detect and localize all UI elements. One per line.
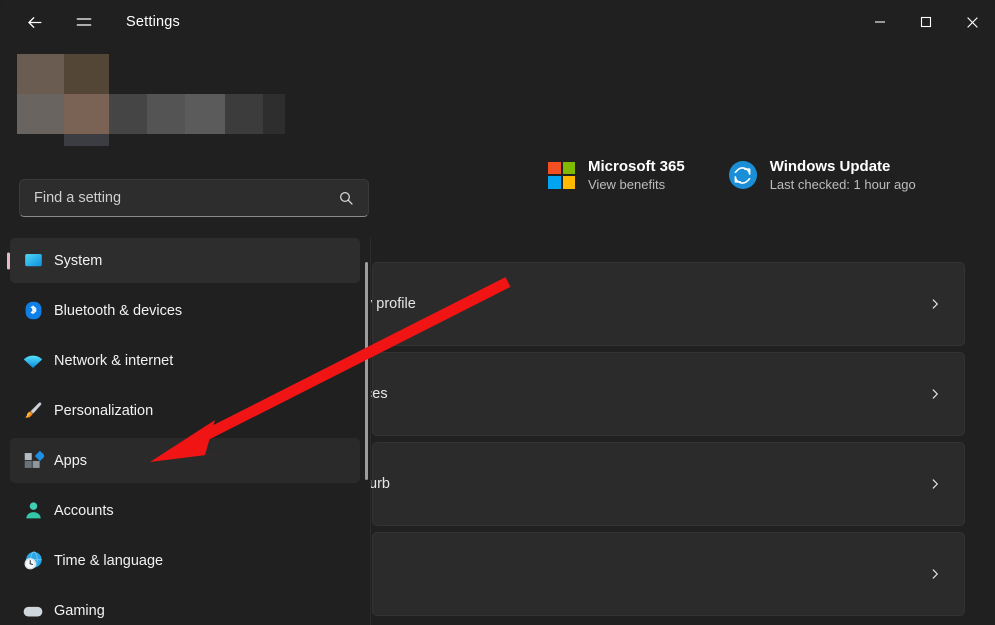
chevron-right-icon <box>928 477 942 491</box>
chevron-right-icon <box>928 567 942 581</box>
minimize-button[interactable] <box>857 0 903 44</box>
sidebar-item-label: Personalization <box>54 403 153 419</box>
header-info-cards: Microsoft 365 View benefits Windows Upda… <box>548 158 916 192</box>
hamburger-menu-icon[interactable] <box>64 4 104 40</box>
chevron-right-icon <box>928 387 942 401</box>
sidebar-item-time-language[interactable]: Time & language <box>10 538 360 583</box>
search-placeholder: Find a setting <box>34 190 338 206</box>
settings-card-fourth[interactable] <box>372 532 965 616</box>
gaming-controller-icon <box>22 600 44 622</box>
window-controls <box>857 0 995 44</box>
sidebar-item-label: Network & internet <box>54 353 173 369</box>
sidebar-item-label: Time & language <box>54 553 163 569</box>
microsoft-365-subtitle[interactable]: View benefits <box>588 177 685 192</box>
wifi-icon <box>22 350 44 372</box>
close-button[interactable] <box>949 0 995 44</box>
sidebar-nav: System Bluetooth & devices <box>0 238 371 625</box>
settings-card-label: y profile <box>365 296 416 312</box>
page-title: Settings <box>126 14 180 30</box>
search-input[interactable]: Find a setting <box>19 179 369 217</box>
sidebar-item-label: Apps <box>54 453 87 469</box>
sidebar-item-personalization[interactable]: Personalization <box>10 388 360 433</box>
settings-window: Settings <box>0 0 995 625</box>
chevron-right-icon <box>928 297 942 311</box>
windows-update-title: Windows Update <box>770 158 916 175</box>
title-bar: Settings <box>0 0 995 44</box>
paintbrush-icon <box>22 400 44 422</box>
windows-update-card[interactable]: Windows Update Last checked: 1 hour ago <box>729 158 916 192</box>
settings-card-display[interactable]: y profile <box>372 262 965 346</box>
apps-icon <box>22 450 44 472</box>
bluetooth-icon <box>22 300 44 322</box>
clock-globe-icon <box>22 550 44 572</box>
selection-indicator <box>7 252 10 269</box>
sidebar-item-apps[interactable]: Apps <box>10 438 360 483</box>
maximize-button[interactable] <box>903 0 949 44</box>
microsoft-logo-icon <box>548 162 575 189</box>
sidebar-item-network-internet[interactable]: Network & internet <box>10 338 360 383</box>
microsoft-365-card[interactable]: Microsoft 365 View benefits <box>548 158 685 192</box>
user-profile-redacted[interactable] <box>17 54 285 146</box>
settings-card-notifications[interactable]: turb <box>372 442 965 526</box>
sidebar-scrollbar[interactable] <box>365 250 368 613</box>
account-person-icon <box>22 500 44 522</box>
search-icon[interactable] <box>338 190 354 206</box>
windows-update-subtitle: Last checked: 1 hour ago <box>770 177 916 192</box>
sidebar-item-label: System <box>54 253 102 269</box>
sidebar-item-label: Accounts <box>54 503 114 519</box>
sidebar-item-label: Gaming <box>54 603 105 619</box>
sidebar-item-bluetooth-devices[interactable]: Bluetooth & devices <box>10 288 360 333</box>
sidebar-item-accounts[interactable]: Accounts <box>10 488 360 533</box>
microsoft-365-title: Microsoft 365 <box>588 158 685 175</box>
sidebar-item-gaming[interactable]: Gaming <box>10 588 360 625</box>
windows-update-sync-icon <box>729 161 757 189</box>
sidebar-item-label: Bluetooth & devices <box>54 303 182 319</box>
settings-cards-list: y profile ces turb <box>372 255 995 625</box>
system-monitor-icon <box>22 250 44 272</box>
sidebar-item-system[interactable]: System <box>10 238 360 283</box>
sidebar-scrollbar-thumb[interactable] <box>365 262 368 480</box>
back-arrow-icon[interactable] <box>14 4 54 40</box>
settings-card-sound[interactable]: ces <box>372 352 965 436</box>
